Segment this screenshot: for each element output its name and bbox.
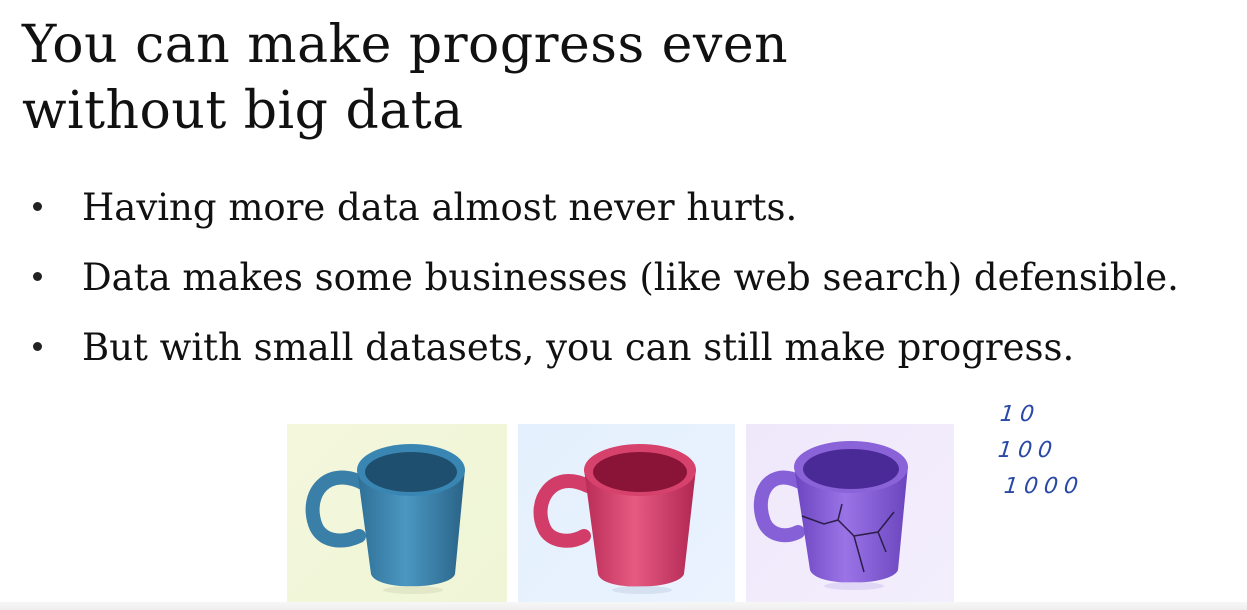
slide-title: You can make progress even without big d…: [22, 12, 922, 144]
bottom-bar: [0, 602, 1247, 610]
bullet-item: Having more data almost never hurts.: [0, 180, 1247, 250]
bullet-text: But with small datasets, you can still m…: [82, 326, 1075, 369]
title-line-2: without big data: [22, 81, 464, 141]
handwritten-note: 100: [996, 438, 1060, 463]
blue-mug-image: [287, 424, 507, 602]
bullet-dot: [33, 272, 42, 281]
purple-cracked-mug-image: [746, 424, 954, 602]
handwritten-note: 10: [998, 402, 1042, 427]
bullet-text: Data makes some businesses (like web sea…: [82, 256, 1179, 299]
handwritten-notes: 10 100 1000: [996, 400, 1116, 510]
bullet-item: Data makes some businesses (like web sea…: [0, 250, 1247, 320]
pink-mug-image: [518, 424, 735, 602]
bullet-dot: [33, 202, 42, 211]
mug-icon: [533, 444, 696, 594]
slide: You can make progress even without big d…: [0, 0, 1247, 610]
mug-icon: [305, 444, 465, 594]
title-line-1: You can make progress even: [22, 15, 789, 75]
cracked-mug-icon: [753, 441, 908, 590]
bullet-text: Having more data almost never hurts.: [82, 186, 798, 229]
handwritten-note: 1000: [1002, 474, 1086, 499]
bullet-list: Having more data almost never hurts. Dat…: [0, 180, 1247, 390]
bullet-item: But with small datasets, you can still m…: [0, 320, 1247, 390]
bullet-dot: [33, 342, 42, 351]
